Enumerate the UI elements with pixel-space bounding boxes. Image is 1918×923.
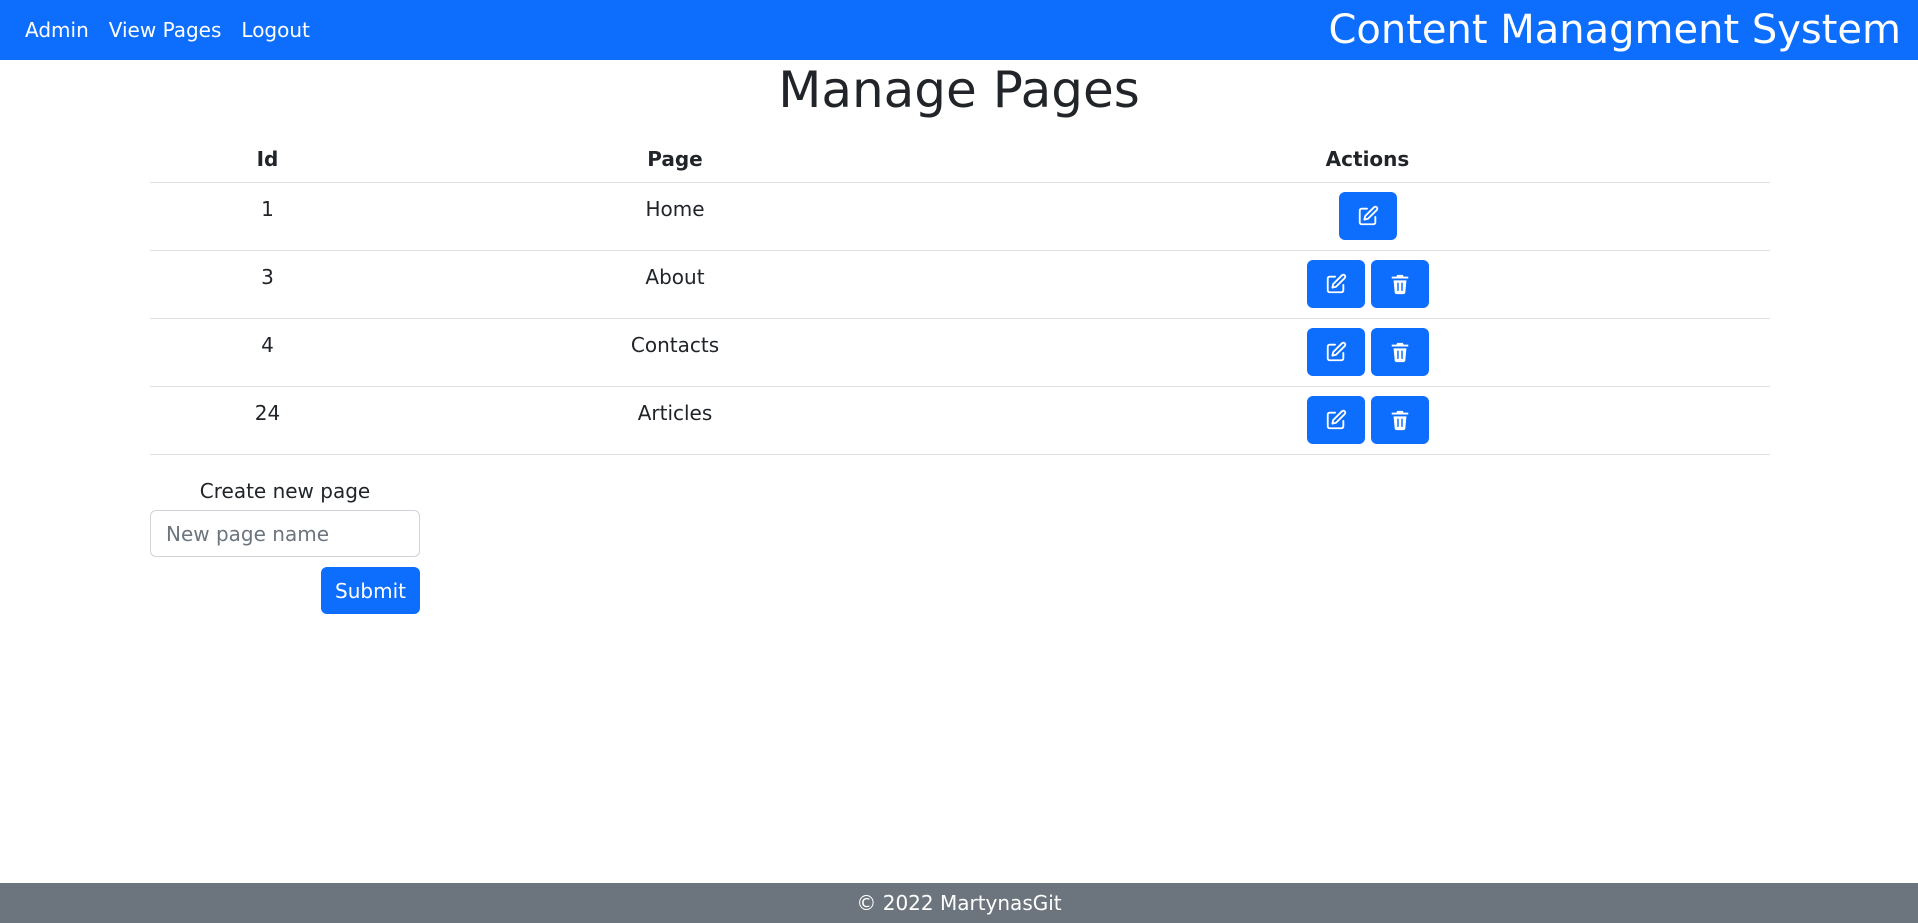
table-body: 1 Home 3 About 4 Contacts 24 Articles	[150, 182, 1770, 455]
row-page-cell: Contacts	[385, 318, 965, 387]
table-row: 3 About	[150, 250, 1770, 319]
edit-icon	[1357, 205, 1379, 227]
table-row: 1 Home	[150, 182, 1770, 251]
trash-icon	[1389, 273, 1411, 295]
create-page-form: Create new page Submit	[150, 478, 420, 614]
row-id-cell: 4	[150, 318, 385, 387]
trash-icon	[1389, 341, 1411, 363]
column-header-actions: Actions	[965, 135, 1770, 183]
row-page-cell: About	[385, 250, 965, 319]
column-header-page: Page	[385, 135, 965, 183]
pages-table: Id Page Actions 1 Home 3 About 4 Contacts 24 Ar…	[150, 135, 1770, 455]
nav-links: Admin View Pages Logout	[25, 18, 310, 42]
create-page-label: Create new page	[199, 479, 371, 503]
row-page-cell: Home	[385, 182, 965, 251]
delete-button[interactable]	[1370, 328, 1429, 376]
submit-button[interactable]: Submit	[321, 567, 420, 614]
row-actions-cell	[965, 250, 1770, 319]
edit-icon	[1325, 273, 1347, 295]
brand-title: Content Managment System	[1328, 7, 1901, 53]
edit-button[interactable]	[1306, 328, 1365, 376]
new-page-name-input[interactable]	[150, 510, 420, 557]
edit-button[interactable]	[1306, 260, 1365, 308]
row-page-cell: Articles	[385, 386, 965, 455]
row-actions-cell	[965, 386, 1770, 455]
delete-button[interactable]	[1370, 396, 1429, 444]
column-header-id: Id	[150, 135, 385, 183]
page-title: Manage Pages	[778, 61, 1140, 119]
row-id-cell: 1	[150, 182, 385, 251]
row-id-cell: 3	[150, 250, 385, 319]
table-header-row: Id Page Actions	[150, 135, 1770, 183]
footer: © 2022 MartynasGit	[0, 883, 1918, 923]
edit-button[interactable]	[1306, 396, 1365, 444]
nav-link-view-pages[interactable]: View Pages	[109, 18, 222, 42]
table-row: 4 Contacts	[150, 318, 1770, 387]
pages-table-wrap: Id Page Actions 1 Home 3 About 4 Contacts 24 Ar…	[150, 135, 1770, 455]
row-id-cell: 24	[150, 386, 385, 455]
row-actions-cell	[965, 182, 1770, 251]
nav-link-logout[interactable]: Logout	[241, 18, 309, 42]
row-actions-cell	[965, 318, 1770, 387]
trash-icon	[1389, 409, 1411, 431]
edit-icon	[1325, 341, 1347, 363]
delete-button[interactable]	[1370, 260, 1429, 308]
footer-text: © 2022 MartynasGit	[856, 891, 1062, 915]
table-row: 24 Articles	[150, 386, 1770, 455]
nav-link-admin[interactable]: Admin	[25, 18, 89, 42]
edit-button[interactable]	[1338, 192, 1397, 240]
edit-icon	[1325, 409, 1347, 431]
top-navbar: Admin View Pages Logout Content Managmen…	[0, 0, 1918, 60]
